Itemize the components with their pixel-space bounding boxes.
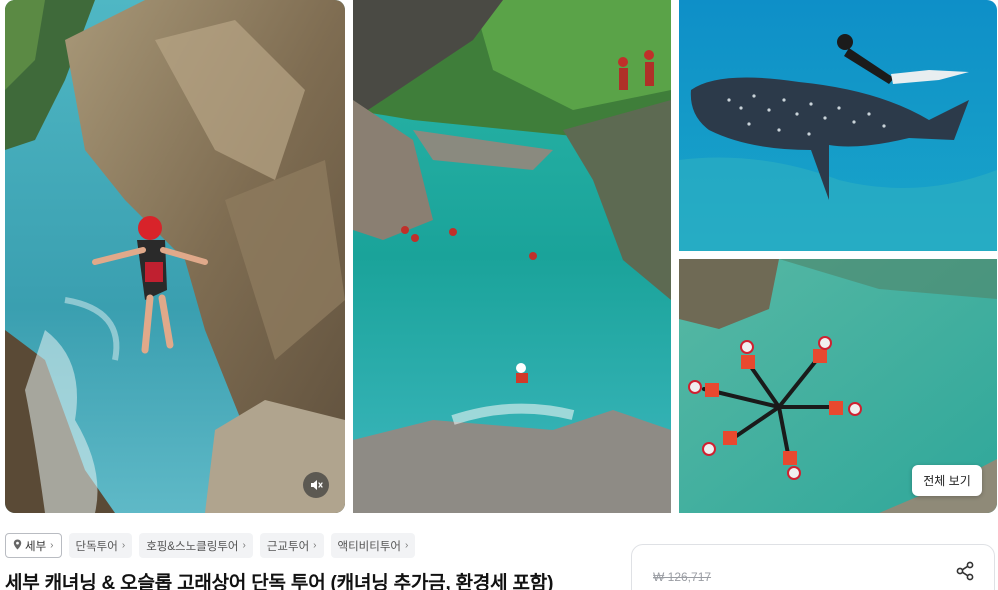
share-icon <box>953 561 977 587</box>
tag-label: 호핑&스노클링투어 <box>146 540 239 553</box>
speaker-muted-icon <box>309 478 323 492</box>
product-title: 세부 캐녀닝 & 오슬롭 고래상어 단독 투어 (캐녀닝 추가금, 환경세 포함… <box>5 573 554 590</box>
category-tags: 세부 › 단독투어 › 호핑&스노클링투어 › 근교투어 › 액티비티투어 › <box>5 533 416 558</box>
cliff-jump-photo[interactable] <box>5 0 345 513</box>
view-all-button[interactable]: 전체 보기 <box>912 465 982 496</box>
location-pin-icon <box>13 539 22 553</box>
tag-label: 근교투어 <box>266 540 310 553</box>
chevron-right-icon: › <box>242 540 246 551</box>
tag-activity-tour[interactable]: 액티비티투어 › <box>330 533 416 558</box>
tag-label: 단독투어 <box>75 540 118 553</box>
tag-nearby-tour[interactable]: 근교투어 › <box>259 533 324 558</box>
chevron-right-icon: › <box>50 540 54 551</box>
mute-button[interactable] <box>303 472 329 498</box>
whale-shark-photo[interactable] <box>679 0 997 251</box>
chevron-right-icon: › <box>405 540 409 551</box>
price-card: ₩ 126,717 <box>631 544 995 590</box>
photo-gallery: 전체 보기 <box>5 0 997 513</box>
tag-hopping-snorkeling[interactable]: 호핑&스노클링투어 › <box>139 533 253 558</box>
tag-label: 세부 <box>25 540 47 553</box>
canyon-swim-photo[interactable] <box>353 0 671 513</box>
tag-label: 액티비티투어 <box>337 540 401 553</box>
chevron-right-icon: › <box>121 540 126 551</box>
chevron-right-icon: › <box>313 540 317 551</box>
tag-private-tour[interactable]: 단독투어 › <box>68 533 133 558</box>
share-button[interactable] <box>953 559 977 583</box>
tag-location[interactable]: 세부 › <box>5 533 62 558</box>
original-price: ₩ 126,717 <box>653 570 712 584</box>
